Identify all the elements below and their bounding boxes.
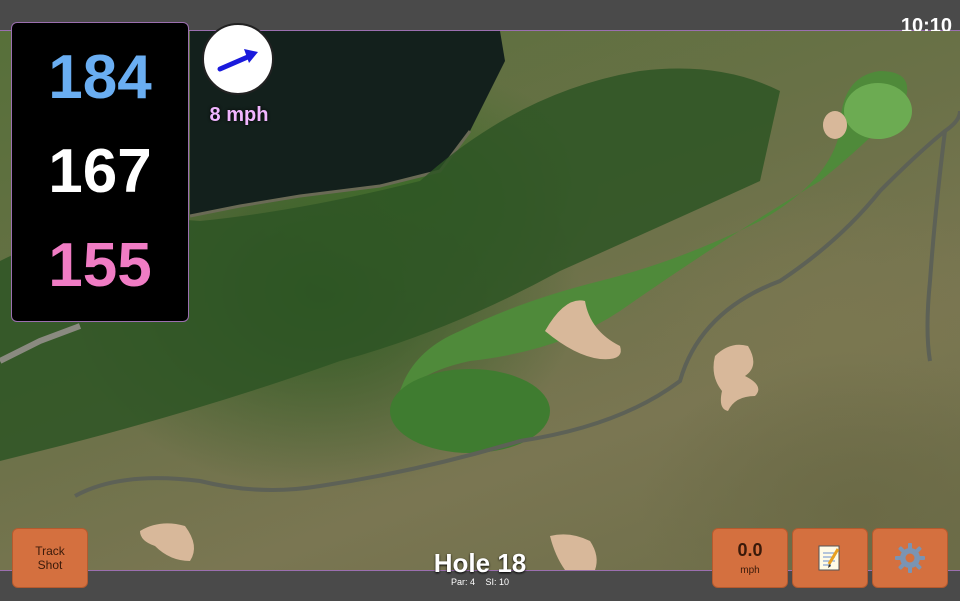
wind-speed: 8 mph (209, 104, 269, 126)
settings-button[interactable] (872, 528, 948, 588)
hole-info: Par: 4 SI: 10 (380, 577, 580, 587)
notes-button[interactable] (792, 528, 868, 588)
wind-direction-dial (202, 23, 274, 95)
bunker-3 (823, 111, 847, 139)
gear-icon (895, 543, 925, 573)
bunker-4 (140, 523, 194, 561)
green (844, 83, 912, 139)
hole-title: Hole 18 (433, 548, 527, 578)
notepad-icon (818, 545, 840, 571)
hole-par: Par: 4 (450, 577, 475, 587)
distance-front: 155 (48, 231, 152, 300)
speed-button[interactable]: 0.0 mph (712, 528, 788, 588)
arrow-icon (217, 49, 258, 72)
distance-panel: 184 167 155 (11, 22, 189, 322)
hole-stroke-index: SI: 10 (485, 577, 510, 587)
distance-center: 167 (48, 137, 152, 206)
bunker-2 (713, 344, 759, 411)
track-shot-button[interactable]: Track Shot (12, 528, 88, 588)
track-shot-label-line2: Shot (37, 558, 63, 572)
cart-path-east (925, 130, 947, 362)
track-shot-label-line1: Track (35, 544, 65, 558)
speed-value: 0.0 (737, 540, 763, 560)
speed-unit: mph (740, 565, 760, 576)
distance-back: 184 (48, 43, 152, 112)
